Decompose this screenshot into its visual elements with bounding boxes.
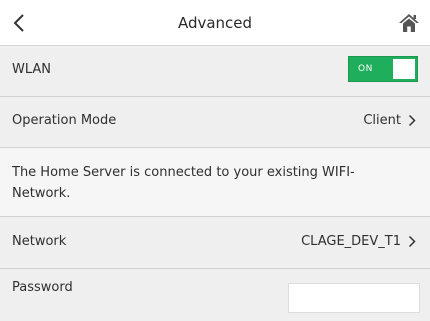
chevron-right-icon	[408, 235, 416, 248]
password-input[interactable]	[288, 283, 420, 313]
operation-mode-value-group: Client	[363, 113, 416, 128]
home-icon	[399, 14, 419, 32]
info-panel: The Home Server is connected to your exi…	[0, 148, 430, 217]
network-value: CLAGE_DEV_T1	[301, 234, 401, 249]
password-label: Password	[12, 280, 73, 295]
toggle-knob	[393, 59, 415, 79]
header-bar: Advanced	[0, 0, 430, 46]
operation-mode-value: Client	[363, 113, 401, 128]
wlan-row: WLAN ON	[0, 46, 430, 97]
home-button[interactable]	[394, 8, 424, 38]
network-row[interactable]: Network CLAGE_DEV_T1	[0, 217, 430, 269]
network-value-group: CLAGE_DEV_T1	[301, 234, 416, 249]
wlan-toggle[interactable]: ON	[348, 56, 418, 82]
wlan-label: WLAN	[12, 62, 52, 77]
page-title: Advanced	[177, 14, 253, 32]
operation-mode-label: Operation Mode	[12, 113, 117, 128]
info-text: The Home Server is connected to your exi…	[12, 165, 355, 201]
password-row: Password	[0, 269, 430, 321]
toggle-state-text: ON	[358, 64, 373, 74]
operation-mode-row[interactable]: Operation Mode Client	[0, 97, 430, 148]
chevron-right-icon	[408, 114, 416, 127]
network-label: Network	[12, 234, 67, 249]
